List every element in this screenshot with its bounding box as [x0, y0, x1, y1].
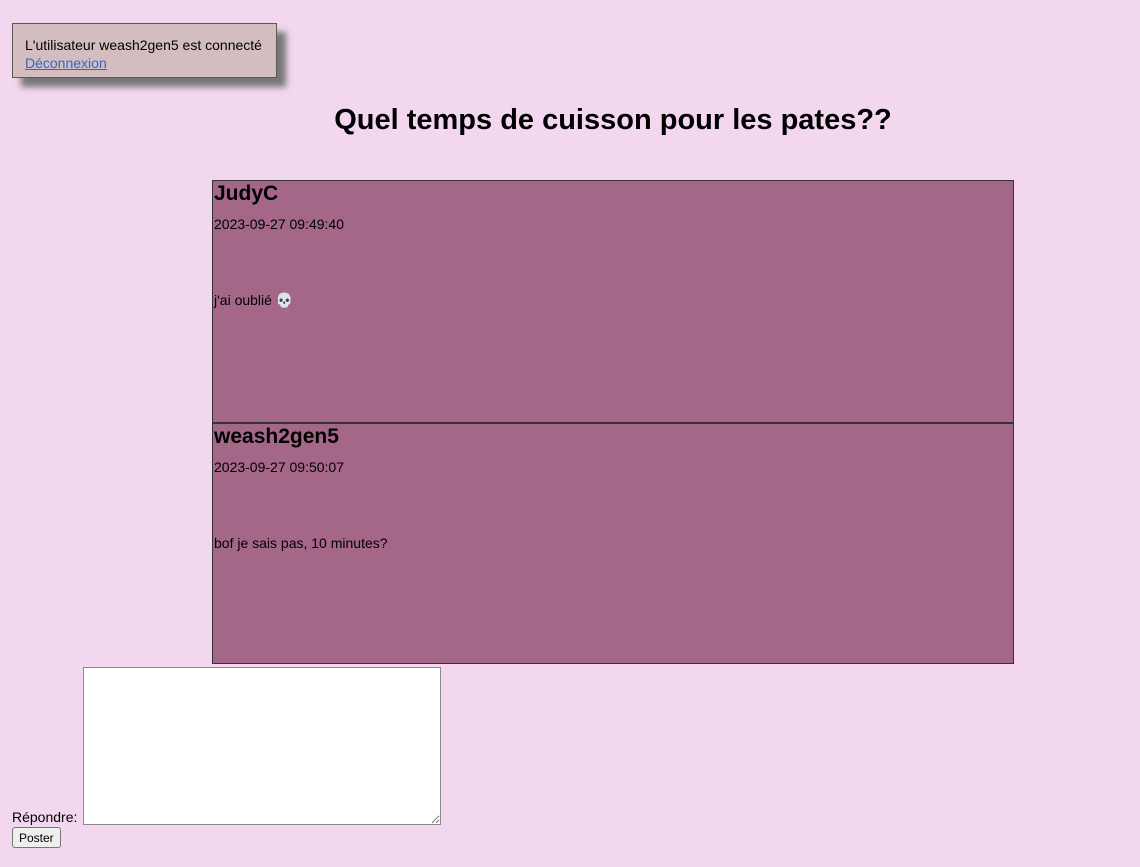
thread-title: Quel temps de cuisson pour les pates?? [334, 104, 892, 136]
message-date: 2023-09-27 09:50:07 [214, 459, 344, 475]
session-status-box: L'utilisateur weash2gen5 est connecté Dé… [12, 23, 277, 78]
session-status-text: L'utilisateur weash2gen5 est connecté [25, 37, 262, 53]
message-item: JudyC 2023-09-27 09:49:40 j'ai oublié 💀 [213, 181, 1013, 422]
message-author: JudyC [214, 182, 279, 205]
message-text: bof je sais pas, 10 minutes? [214, 535, 388, 551]
reply-label: Répondre: [12, 809, 78, 825]
message-text: j'ai oublié 💀 [214, 292, 294, 308]
reply-textarea[interactable] [83, 667, 441, 825]
page: L'utilisateur weash2gen5 est connecté Dé… [0, 0, 1140, 867]
message-author: weash2gen5 [214, 425, 339, 448]
post-button[interactable]: Poster [12, 827, 61, 848]
message-date: 2023-09-27 09:49:40 [214, 216, 344, 232]
message-list: JudyC 2023-09-27 09:49:40 j'ai oublié 💀 … [212, 180, 1014, 664]
message-item: weash2gen5 2023-09-27 09:50:07 bof je sa… [213, 422, 1013, 663]
logout-link[interactable]: Déconnexion [25, 55, 107, 71]
